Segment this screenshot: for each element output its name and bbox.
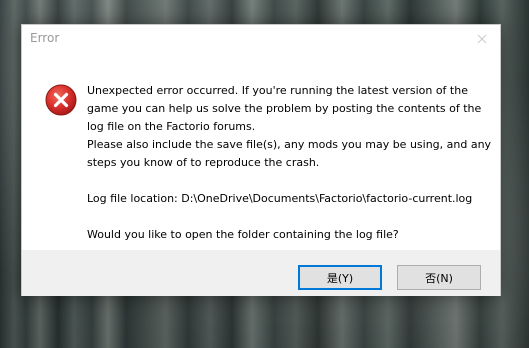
log-location-text: Log file location: D:\OneDrive\Documents… [87, 192, 473, 205]
dialog-title: Error [30, 31, 60, 45]
title-bar[interactable]: Error [22, 25, 500, 53]
message-line-1: Unexpected error occurred. If you're run… [87, 84, 482, 133]
message-text: Unexpected error occurred. If you're run… [87, 82, 492, 244]
message-line-2: Please also include the save file(s), an… [87, 138, 492, 169]
no-button[interactable]: 否(N) [397, 265, 481, 290]
error-x-icon [45, 84, 77, 116]
error-dialog: Error Unexpected error occurred. If you'… [21, 24, 501, 296]
dialog-content: Unexpected error occurred. If you're run… [22, 53, 500, 250]
close-button[interactable] [468, 27, 496, 51]
question-text: Would you like to open the folder contai… [87, 228, 399, 241]
yes-button[interactable]: 是(Y) [298, 265, 382, 290]
close-icon [477, 34, 487, 44]
button-bar: 是(Y) 否(N) [22, 250, 500, 296]
